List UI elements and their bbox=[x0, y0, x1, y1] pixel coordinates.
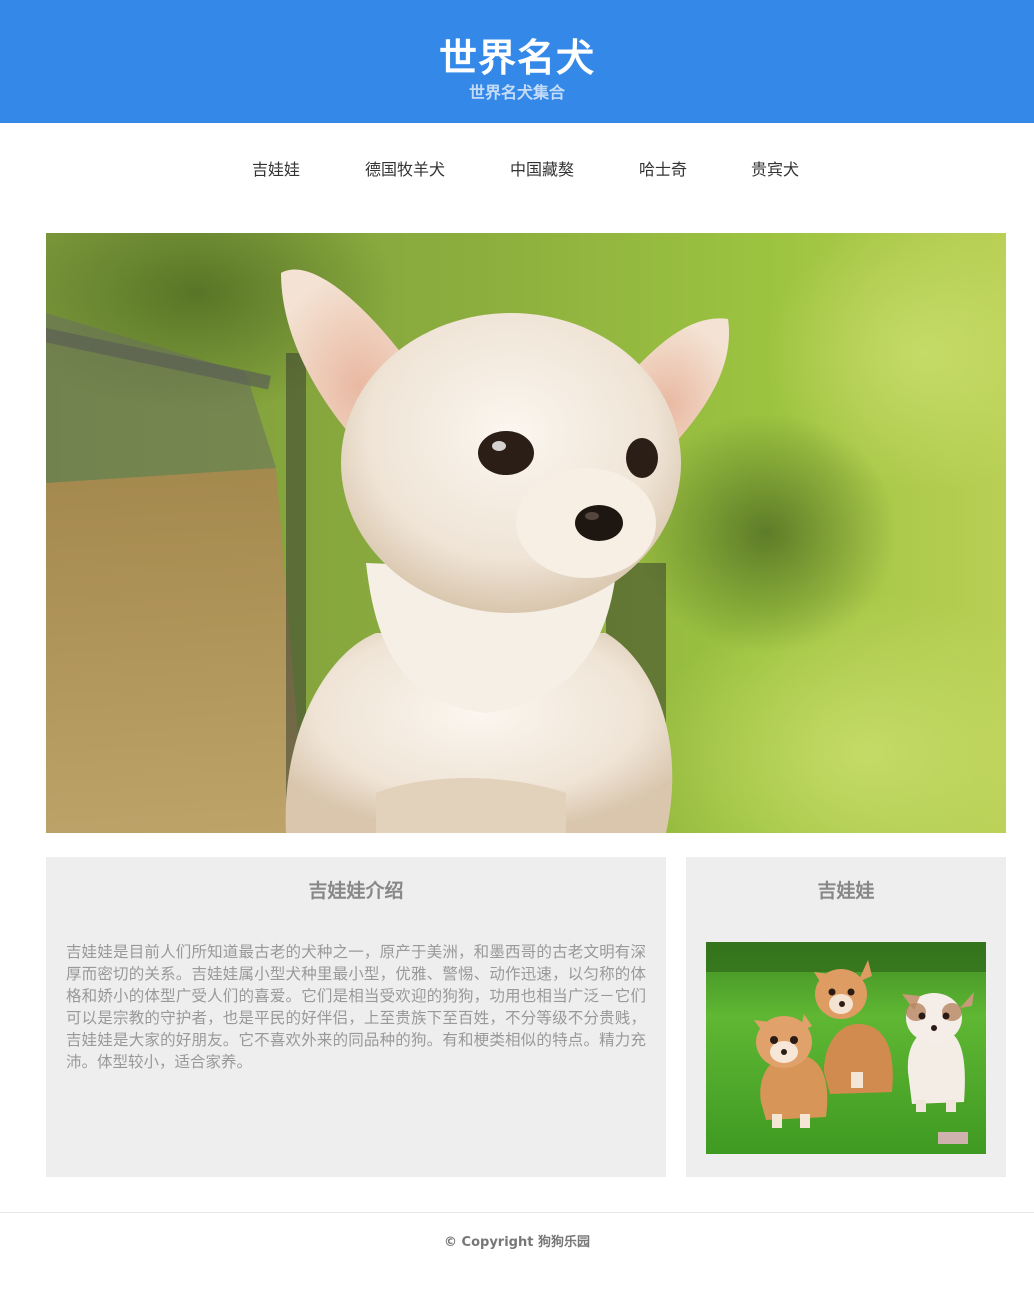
intro-text: 吉娃娃是目前人们所知道最古老的犬种之一，原产于美洲，和墨西哥的古老文明有深厚而密… bbox=[66, 943, 646, 1071]
puppies-image bbox=[706, 942, 986, 1154]
nav-item-tibetan-mastiff[interactable]: 中国藏獒 bbox=[510, 159, 574, 181]
nav-item-poodle[interactable]: 贵宾犬 bbox=[751, 159, 799, 181]
side-title: 吉娃娃 bbox=[817, 880, 875, 902]
copyright-text: © Copyright 狗狗乐园 bbox=[444, 1235, 590, 1250]
intro-panel: 吉娃娃介绍 吉娃娃是目前人们所知道最古老的犬种之一，原产于美洲，和墨西哥的古老文… bbox=[46, 857, 666, 1177]
chihuahua-photo bbox=[46, 233, 1006, 833]
side-panel: 吉娃娃 bbox=[686, 857, 1006, 1177]
site-footer: © Copyright 狗狗乐园 bbox=[0, 1212, 1034, 1289]
nav-item-chihuahua[interactable]: 吉娃娃 bbox=[252, 159, 300, 181]
site-header: 世界名犬 世界名犬集合 bbox=[0, 0, 1034, 123]
nav-item-husky[interactable]: 哈士奇 bbox=[639, 159, 687, 181]
site-subtitle: 世界名犬集合 bbox=[468, 83, 565, 102]
main-nav: 吉娃娃 德国牧羊犬 中国藏獒 哈士奇 贵宾犬 bbox=[0, 123, 1034, 218]
site-title: 世界名犬 bbox=[438, 36, 595, 80]
puppies-photo bbox=[706, 942, 986, 1154]
intro-title: 吉娃娃介绍 bbox=[308, 880, 404, 902]
hero-image bbox=[46, 233, 1006, 833]
nav-item-german-shepherd[interactable]: 德国牧羊犬 bbox=[365, 159, 445, 181]
